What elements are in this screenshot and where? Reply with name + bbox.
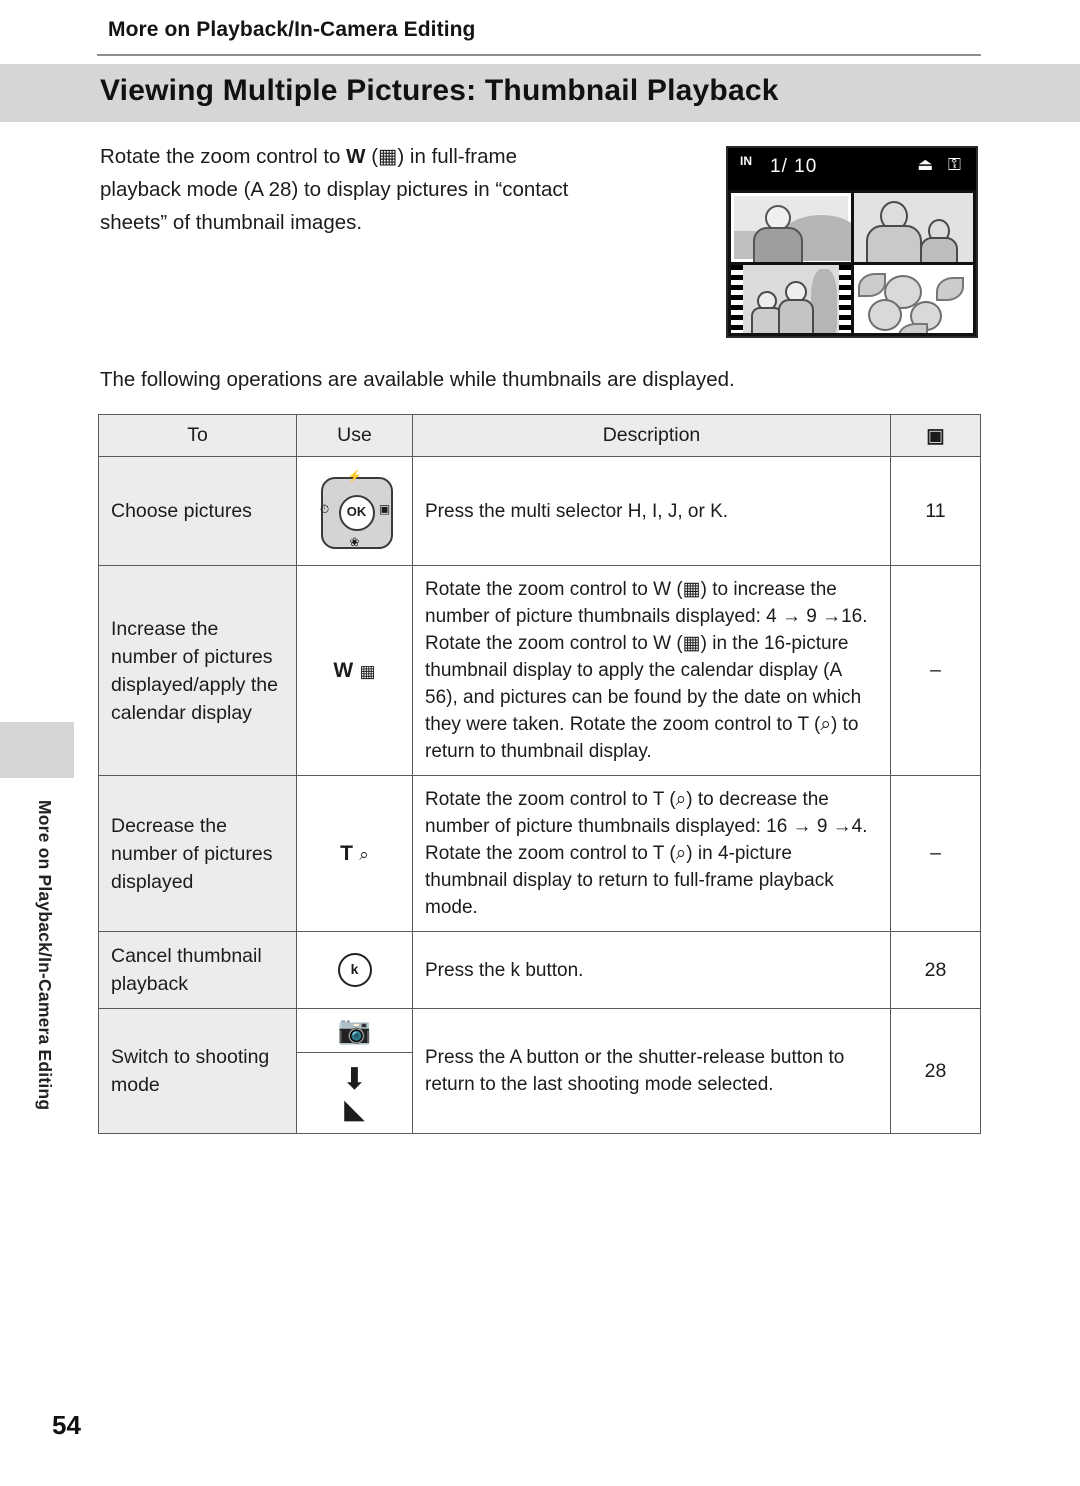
film-strip-icon [838, 264, 851, 333]
operations-table: To Use Description ▣ Choose pictures ⚡ ❀… [98, 414, 981, 1134]
shutter-release-icon: ◣ [344, 1094, 365, 1124]
zoom-wide-icon: W [333, 658, 355, 682]
multi-selector-icon: ⚡ ❀ ⏱ ▣ OK [315, 469, 395, 553]
person-body-icon [865, 225, 922, 262]
document-page: More on Playback/In-Camera Editing Viewi… [0, 0, 1080, 1486]
row-page-ref: 28 [890, 931, 981, 1009]
side-tab-label: More on Playback/In-Camera Editing [35, 800, 55, 1111]
thumbnail-cell-4[interactable] [853, 264, 973, 333]
intro-line1-b: ( [365, 145, 379, 168]
ok-button-icon: k [337, 953, 372, 987]
frame-counter: 1/ 10 [770, 156, 818, 177]
leaf-shape [935, 276, 964, 301]
arrow-down-icon: ⬇ [341, 1063, 368, 1096]
page-title: Viewing Multiple Pictures: Thumbnail Pla… [100, 74, 779, 107]
table-header-row: To Use Description ▣ [98, 414, 981, 457]
row-control: k [296, 931, 413, 1009]
row-description: Rotate the zoom control to T (⌕) to decr… [412, 775, 891, 932]
zoom-tele-icon: T [340, 841, 354, 865]
header-divider [97, 54, 981, 56]
tree-shape [810, 268, 837, 333]
macro-mode-icon: ❀ [349, 535, 360, 549]
section-heading: More on Playback/In-Camera Editing [108, 18, 476, 41]
row-control: 📷 ⬇ ◣ [296, 1008, 413, 1134]
row-page-ref: 28 [890, 1008, 981, 1134]
row-description: Press the multi selector H, I, J, or K. [412, 456, 891, 566]
thumbnail-icon: ▦ [359, 661, 376, 681]
row-control: ⚡ ❀ ⏱ ▣ OK [296, 456, 413, 566]
intro-line3: sheets” of thumbnail images. [100, 211, 363, 234]
flash-mode-icon: ⚡ [347, 469, 362, 483]
column-header-use: Use [296, 414, 413, 457]
person-body-icon [753, 227, 803, 262]
person-body-icon [778, 298, 814, 333]
film-strip-icon [731, 264, 743, 333]
print-protect-icons: ⏏ ⚿ [917, 155, 966, 174]
monitor-status-bar: IN 1/ 10 ⏏ ⚿ [728, 148, 976, 190]
thumbnail-icon: ▦ [378, 145, 398, 168]
table-row: Decrease the number of pictures displaye… [98, 775, 981, 932]
row-label: Decrease the number of pictures displaye… [98, 775, 297, 932]
row-page-ref: 11 [890, 456, 981, 566]
thumbnail-grid [728, 190, 976, 336]
row-description: Rotate the zoom control to W (▦) to incr… [412, 565, 891, 776]
book-reference-icon: ▣ [926, 424, 945, 447]
child-body-icon [919, 237, 958, 262]
thumbnail-cell-1[interactable] [731, 193, 851, 262]
thumbnail-cell-2[interactable] [853, 193, 973, 262]
internal-memory-icon: IN [740, 154, 752, 168]
row-page-ref: – [890, 565, 981, 776]
column-header-page: ▣ [890, 414, 981, 457]
row-description: Press the k button. [412, 931, 891, 1009]
row-label: Switch to shooting mode [98, 1008, 297, 1134]
leaf-shape [857, 272, 886, 297]
side-tab-marker [0, 722, 74, 778]
column-header-description: Description [412, 414, 891, 457]
thumbnail-cell-3[interactable] [731, 264, 851, 333]
flower-shape [867, 298, 902, 331]
ok-button-icon[interactable]: OK [338, 495, 375, 531]
operations-intro: The following operations are available w… [100, 368, 735, 391]
exposure-comp-icon: ▣ [378, 502, 391, 516]
table-row: Cancel thumbnail playback k Press the k … [98, 931, 981, 1009]
row-description: Press the A button or the shutter-releas… [412, 1008, 891, 1134]
intro-line1-a: Rotate the zoom control to [100, 145, 347, 168]
camera-mode-icon: 📷 [337, 1015, 372, 1045]
row-page-ref: – [890, 775, 981, 932]
row-label: Increase the number of pictures displaye… [98, 565, 297, 776]
intro-line1-c: ) in full-frame [397, 145, 518, 168]
page-number: 54 [52, 1410, 81, 1440]
intro-paragraph: Rotate the zoom control to W (▦) in full… [100, 140, 700, 239]
self-timer-icon: ⏱ [319, 502, 330, 516]
row-control: W ▦ [296, 565, 413, 776]
zoom-wide-label: W [346, 145, 366, 168]
table-row: Choose pictures ⚡ ❀ ⏱ ▣ OK Press the mul… [98, 456, 981, 566]
camera-monitor-illustration: IN 1/ 10 ⏏ ⚿ [726, 146, 978, 338]
table-row: Increase the number of pictures displaye… [98, 565, 981, 776]
row-label: Choose pictures [98, 456, 297, 566]
column-header-to: To [98, 414, 297, 457]
leaf-shape [897, 322, 928, 333]
table-row: Switch to shooting mode 📷 ⬇ ◣ Press the … [98, 1008, 981, 1134]
magnify-icon: ⌕ [359, 844, 369, 864]
row-label: Cancel thumbnail playback [98, 931, 297, 1009]
row-control: T ⌕ [296, 775, 413, 932]
intro-line2: playback mode (A 28) to display pictures… [100, 178, 569, 201]
